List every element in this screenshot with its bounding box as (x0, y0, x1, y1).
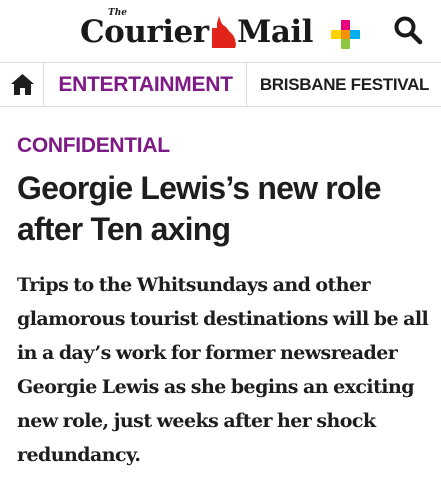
article-headline: Georgie Lewis’s new role after Ten axing (17, 170, 382, 247)
search-icon (394, 16, 423, 45)
logo-mail-text: Mail (237, 14, 313, 50)
home-button[interactable] (0, 63, 44, 106)
masthead: The Courier Mail (0, 0, 441, 60)
section-nav: ENTERTAINMENT BRISBANE FESTIVAL (0, 62, 441, 107)
home-icon (11, 74, 34, 95)
plus-icon (331, 20, 360, 49)
article-standfirst: Trips to the Whitsundays and other glamo… (17, 274, 429, 466)
courier-mail-logo[interactable]: The Courier Mail (80, 8, 362, 52)
article-kicker[interactable]: CONFIDENTIAL (17, 134, 170, 158)
nav-section-entertainment[interactable]: ENTERTAINMENT (45, 63, 247, 106)
search-button[interactable] (393, 15, 423, 45)
nav-subsection-brisbane-festival[interactable]: BRISBANE FESTIVAL (248, 63, 441, 106)
logo-courier-text: Courier (80, 14, 209, 50)
queensland-map-icon (212, 16, 236, 48)
